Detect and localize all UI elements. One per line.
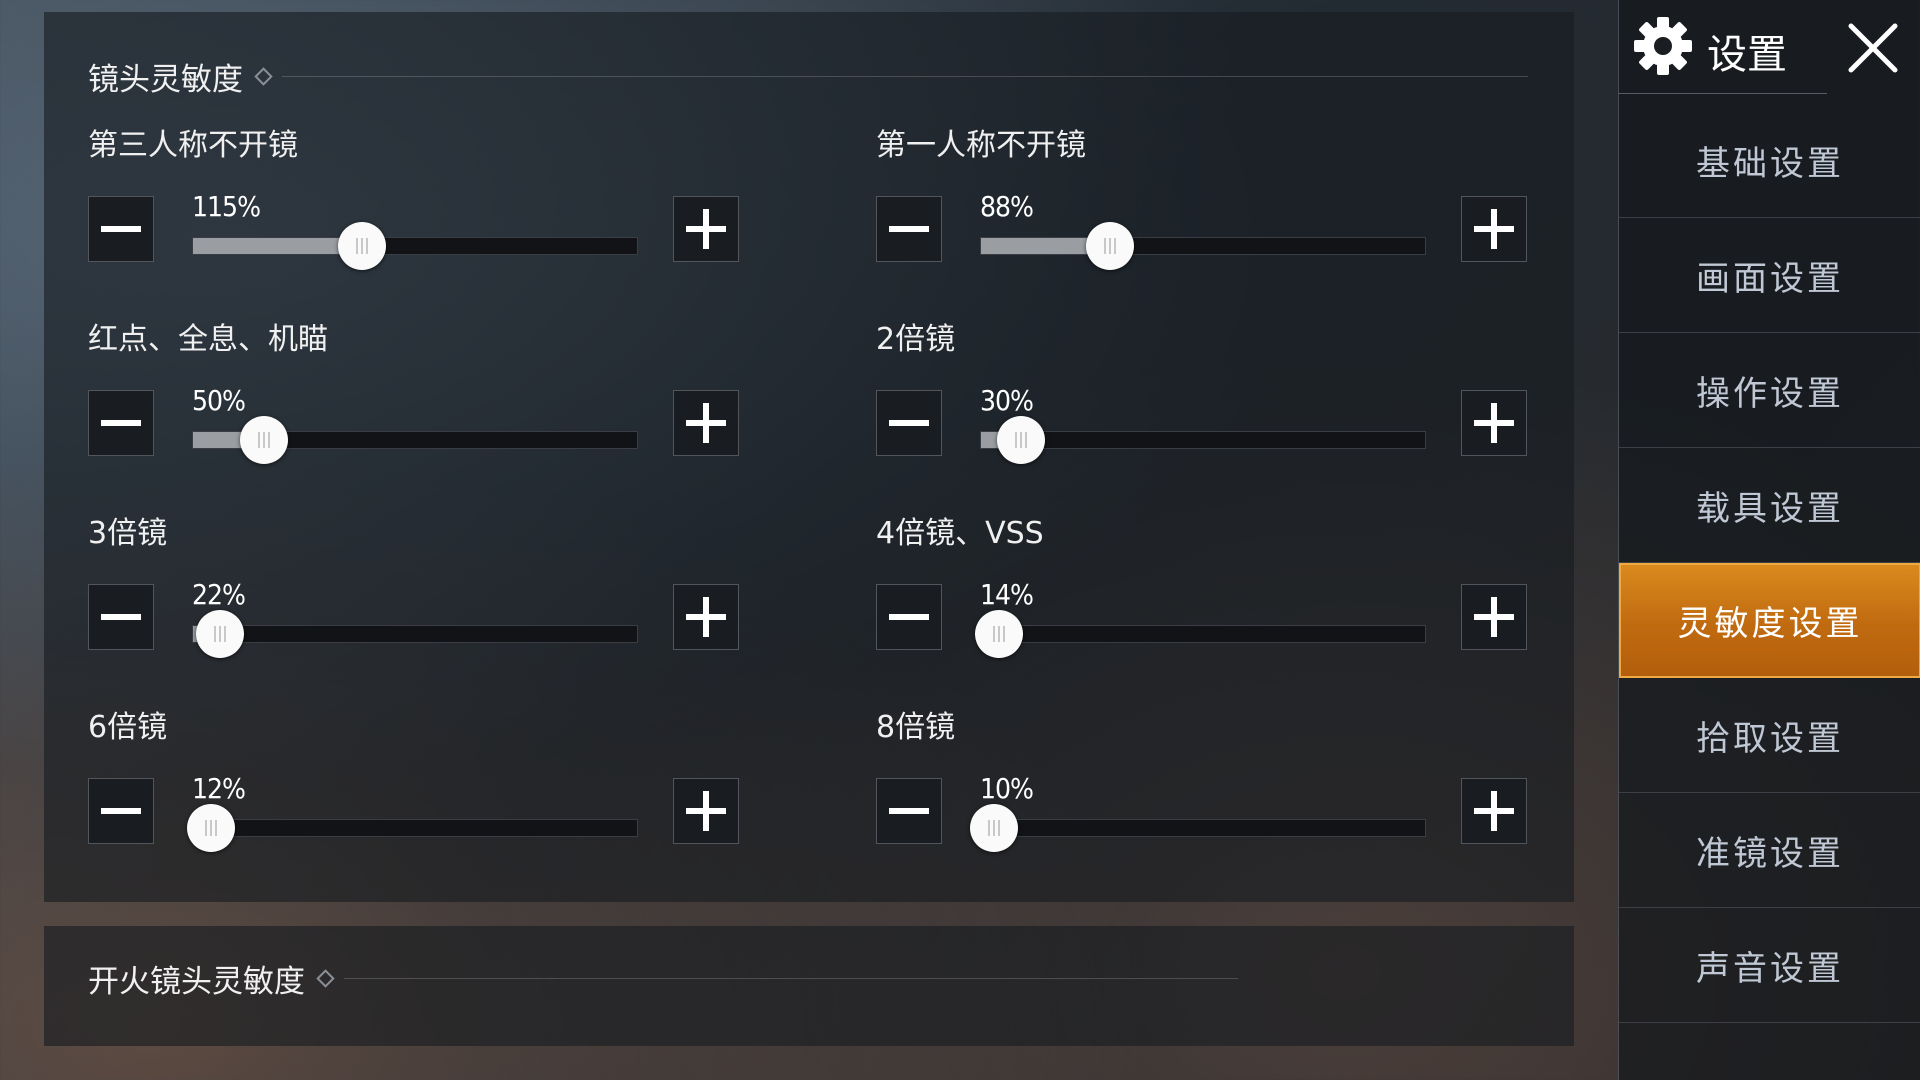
setting-red-dot-holo-iron: 红点、全息、机瞄 50% xyxy=(88,314,788,484)
minus-icon xyxy=(889,420,929,426)
slider-thumb[interactable] xyxy=(970,804,1019,852)
increase-button[interactable] xyxy=(673,390,739,456)
setting-label: 4倍镜、VSS xyxy=(876,516,1044,551)
lens-sensitivity-panel: 镜头灵敏度 第三人称不开镜 115% 第一人称不开镜 88% 红点、全息、机瞄 … xyxy=(44,12,1574,902)
sensitivity-slider[interactable] xyxy=(192,416,638,464)
setting-label: 3倍镜 xyxy=(88,516,168,551)
decrease-button[interactable] xyxy=(88,584,154,650)
plus-icon xyxy=(686,597,726,637)
menu-item-controls[interactable]: 操作设置 xyxy=(1619,333,1920,448)
setting-label: 第一人称不开镜 xyxy=(876,128,1086,163)
increase-button[interactable] xyxy=(1461,584,1527,650)
sensitivity-slider[interactable] xyxy=(192,222,638,270)
settings-sidebar: 设置 基础设置 画面设置 操作设置 载具设置 灵敏度设置 拾取设置 准镜设置 声… xyxy=(1618,0,1920,1080)
sensitivity-slider[interactable] xyxy=(192,610,638,658)
minus-icon xyxy=(101,614,141,620)
minus-icon xyxy=(889,808,929,814)
setting-third-person-no-scope: 第三人称不开镜 115% xyxy=(88,120,788,290)
section-title: 镜头灵敏度 xyxy=(88,61,243,98)
setting-8x-scope: 8倍镜 10% xyxy=(876,702,1576,872)
value-label: 10% xyxy=(980,772,1034,805)
plus-icon xyxy=(686,209,726,249)
slider-thumb[interactable] xyxy=(337,222,386,270)
value-label: 22% xyxy=(192,578,246,611)
diamond-icon xyxy=(254,66,273,86)
plus-icon xyxy=(1474,209,1514,249)
sensitivity-slider[interactable] xyxy=(186,804,638,852)
increase-button[interactable] xyxy=(673,196,739,262)
setting-first-person-no-scope: 第一人称不开镜 88% xyxy=(876,120,1576,290)
section-title: 开火镜头灵敏度 xyxy=(88,963,305,1000)
setting-label: 2倍镜 xyxy=(876,322,956,357)
sensitivity-slider[interactable] xyxy=(970,804,1426,852)
close-icon[interactable] xyxy=(1843,18,1903,78)
value-label: 12% xyxy=(192,772,246,805)
increase-button[interactable] xyxy=(1461,390,1527,456)
gear-icon xyxy=(1634,17,1692,75)
plus-icon xyxy=(1474,403,1514,443)
setting-4x-scope-vss: 4倍镜、VSS 14% xyxy=(876,508,1576,678)
value-label: 14% xyxy=(980,578,1034,611)
increase-button[interactable] xyxy=(673,778,739,844)
sensitivity-slider[interactable] xyxy=(980,222,1426,270)
value-label: 30% xyxy=(980,384,1034,417)
plus-icon xyxy=(686,403,726,443)
decrease-button[interactable] xyxy=(88,390,154,456)
setting-3x-scope: 3倍镜 22% xyxy=(88,508,788,678)
plus-icon xyxy=(1474,791,1514,831)
decrease-button[interactable] xyxy=(876,778,942,844)
increase-button[interactable] xyxy=(1461,196,1527,262)
minus-icon xyxy=(889,614,929,620)
decrease-button[interactable] xyxy=(876,390,942,456)
increase-button[interactable] xyxy=(673,584,739,650)
menu-item-audio[interactable]: 声音设置 xyxy=(1619,908,1920,1023)
minus-icon xyxy=(889,226,929,232)
minus-icon xyxy=(101,420,141,426)
menu-item-crosshair[interactable]: 准镜设置 xyxy=(1619,793,1920,908)
sidebar-title: 设置 xyxy=(1707,32,1787,78)
minus-icon xyxy=(101,808,141,814)
slider-fill xyxy=(193,238,362,254)
decrease-button[interactable] xyxy=(88,778,154,844)
value-label: 88% xyxy=(980,190,1034,223)
menu-item-sensitivity[interactable]: 灵敏度设置 xyxy=(1619,563,1920,678)
setting-label: 第三人称不开镜 xyxy=(88,128,298,163)
sensitivity-slider[interactable] xyxy=(980,416,1426,464)
menu-item-vehicle[interactable]: 载具设置 xyxy=(1619,448,1920,563)
menu-item-graphics[interactable]: 画面设置 xyxy=(1619,218,1920,333)
sidebar-divider xyxy=(1619,93,1827,94)
minus-icon xyxy=(101,226,141,232)
diamond-icon xyxy=(316,968,335,988)
setting-label: 6倍镜 xyxy=(88,710,168,745)
section-header: 镜头灵敏度 xyxy=(88,56,1528,98)
fire-sensitivity-panel: 开火镜头灵敏度 xyxy=(44,926,1574,1046)
slider-thumb[interactable] xyxy=(195,610,244,658)
decrease-button[interactable] xyxy=(876,196,942,262)
decrease-button[interactable] xyxy=(88,196,154,262)
slider-thumb[interactable] xyxy=(996,416,1045,464)
sidebar-header: 设置 xyxy=(1619,0,1920,96)
setting-2x-scope: 2倍镜 30% xyxy=(876,314,1576,484)
sensitivity-slider[interactable] xyxy=(974,610,1426,658)
slider-thumb[interactable] xyxy=(186,804,235,852)
plus-icon xyxy=(1474,597,1514,637)
plus-icon xyxy=(686,791,726,831)
menu-item-pickup[interactable]: 拾取设置 xyxy=(1619,678,1920,793)
decrease-button[interactable] xyxy=(876,584,942,650)
increase-button[interactable] xyxy=(1461,778,1527,844)
setting-label: 红点、全息、机瞄 xyxy=(88,322,328,357)
value-label: 115% xyxy=(192,190,261,223)
section-header: 开火镜头灵敏度 xyxy=(88,958,1238,1000)
slider-thumb[interactable] xyxy=(240,416,289,464)
setting-6x-scope: 6倍镜 12% xyxy=(88,702,788,872)
section-divider xyxy=(282,75,1528,77)
slider-thumb[interactable] xyxy=(974,610,1023,658)
menu-item-basic[interactable]: 基础设置 xyxy=(1619,103,1920,218)
slider-thumb[interactable] xyxy=(1085,222,1134,270)
setting-label: 8倍镜 xyxy=(876,710,956,745)
value-label: 50% xyxy=(192,384,246,417)
section-divider xyxy=(344,977,1238,979)
